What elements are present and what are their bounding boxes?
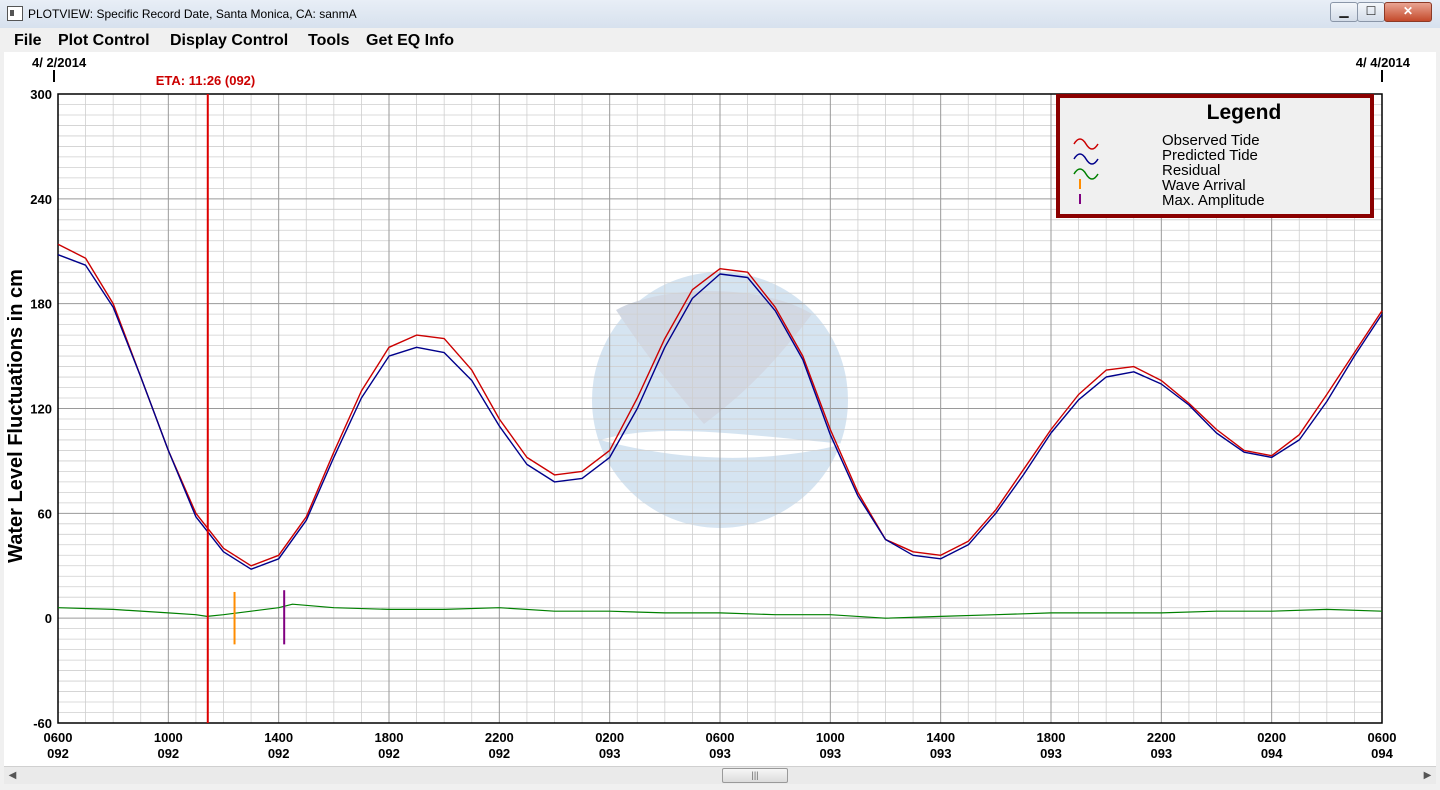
y-tick-label: 240 xyxy=(30,192,52,207)
window-title: PLOTVIEW: Specific Record Date, Santa Mo… xyxy=(28,7,357,21)
y-tick-label: -60 xyxy=(33,716,52,731)
x-tick-day-label: 094 xyxy=(1261,746,1283,761)
menu-get-eq-info[interactable]: Get EQ Info xyxy=(366,32,454,50)
x-tick-time-label: 1400 xyxy=(926,730,955,745)
y-axis-label: Water Level Fluctuations in cm xyxy=(5,269,27,563)
y-tick-label: 0 xyxy=(45,611,52,626)
horizontal-scrollbar[interactable]: ◀ ||| ▶ xyxy=(4,766,1436,784)
x-tick-day-label: 093 xyxy=(599,746,621,761)
x-tick-time-label: 0600 xyxy=(1368,730,1397,745)
y-tick-label: 180 xyxy=(30,297,52,312)
date-end-label: 4/ 4/2014 xyxy=(1356,55,1411,70)
tide-chart: 4/ 2/2014 4/ 4/2014 Water Level Fluctuat… xyxy=(5,55,1411,761)
x-tick-time-label: 0600 xyxy=(706,730,735,745)
x-tick-day-label: 093 xyxy=(709,746,731,761)
menu-tools[interactable]: Tools xyxy=(308,32,349,50)
menu-plot-control[interactable]: Plot Control xyxy=(58,32,150,50)
marker-layer xyxy=(233,590,286,645)
eta-label: ETA: 11:26 (092) xyxy=(156,73,255,88)
y-tick-label: 300 xyxy=(30,87,52,102)
x-tick-time-label: 0600 xyxy=(44,730,73,745)
legend-title: Legend xyxy=(1207,101,1282,124)
x-tick-day-label: 092 xyxy=(47,746,69,761)
x-tick-time-label: 0200 xyxy=(1257,730,1286,745)
scroll-left-arrow-icon[interactable]: ◀ xyxy=(4,767,21,784)
x-tick-day-label: 094 xyxy=(1371,746,1393,761)
x-tick-day-label: 093 xyxy=(1150,746,1172,761)
x-tick-time-label: 1000 xyxy=(154,730,183,745)
x-tick-time-label: 1400 xyxy=(264,730,293,745)
menu-file[interactable]: File xyxy=(14,32,42,50)
y-tick-labels: 300 240 180 120 60 0 -60 xyxy=(30,87,52,731)
x-tick-time-label: 2200 xyxy=(1147,730,1176,745)
x-tick-day-label: 093 xyxy=(819,746,841,761)
minimize-button[interactable]: ▁ xyxy=(1330,2,1358,22)
x-tick-day-label: 093 xyxy=(930,746,952,761)
x-tick-day-label: 092 xyxy=(488,746,510,761)
maximize-button[interactable]: ☐ xyxy=(1357,2,1385,22)
scroll-right-arrow-icon[interactable]: ▶ xyxy=(1419,767,1436,784)
menu-bar: File Plot Control Display Control Tools … xyxy=(0,28,1440,52)
x-tick-time-label: 0200 xyxy=(595,730,624,745)
x-tick-time-label: 1000 xyxy=(816,730,845,745)
title-bar: PLOTVIEW: Specific Record Date, Santa Mo… xyxy=(0,0,1440,29)
x-tick-time-label: 1800 xyxy=(1037,730,1066,745)
x-tick-day-label: 093 xyxy=(1040,746,1062,761)
y-tick-label: 120 xyxy=(30,402,52,417)
x-tick-time-label: 2200 xyxy=(485,730,514,745)
x-tick-day-label: 092 xyxy=(268,746,290,761)
app-icon xyxy=(7,6,23,21)
x-tick-day-label: 092 xyxy=(378,746,400,761)
legend: Legend Observed Tide Predicted Tide Resi… xyxy=(1056,94,1374,218)
date-start-label: 4/ 2/2014 xyxy=(32,55,87,70)
x-tick-day-label: 092 xyxy=(157,746,179,761)
menu-display-control[interactable]: Display Control xyxy=(170,32,288,50)
x-tick-time-label: 1800 xyxy=(375,730,404,745)
x-tick-labels: 0600092100009214000921800092220009202000… xyxy=(44,730,1397,761)
y-tick-label: 60 xyxy=(38,506,52,521)
plot-area: 4/ 2/2014 4/ 4/2014 Water Level Fluctuat… xyxy=(4,52,1436,766)
scroll-thumb[interactable]: ||| xyxy=(722,768,788,783)
close-button[interactable]: ✕ xyxy=(1384,2,1432,22)
legend-max-amplitude-label: Max. Amplitude xyxy=(1162,192,1265,209)
